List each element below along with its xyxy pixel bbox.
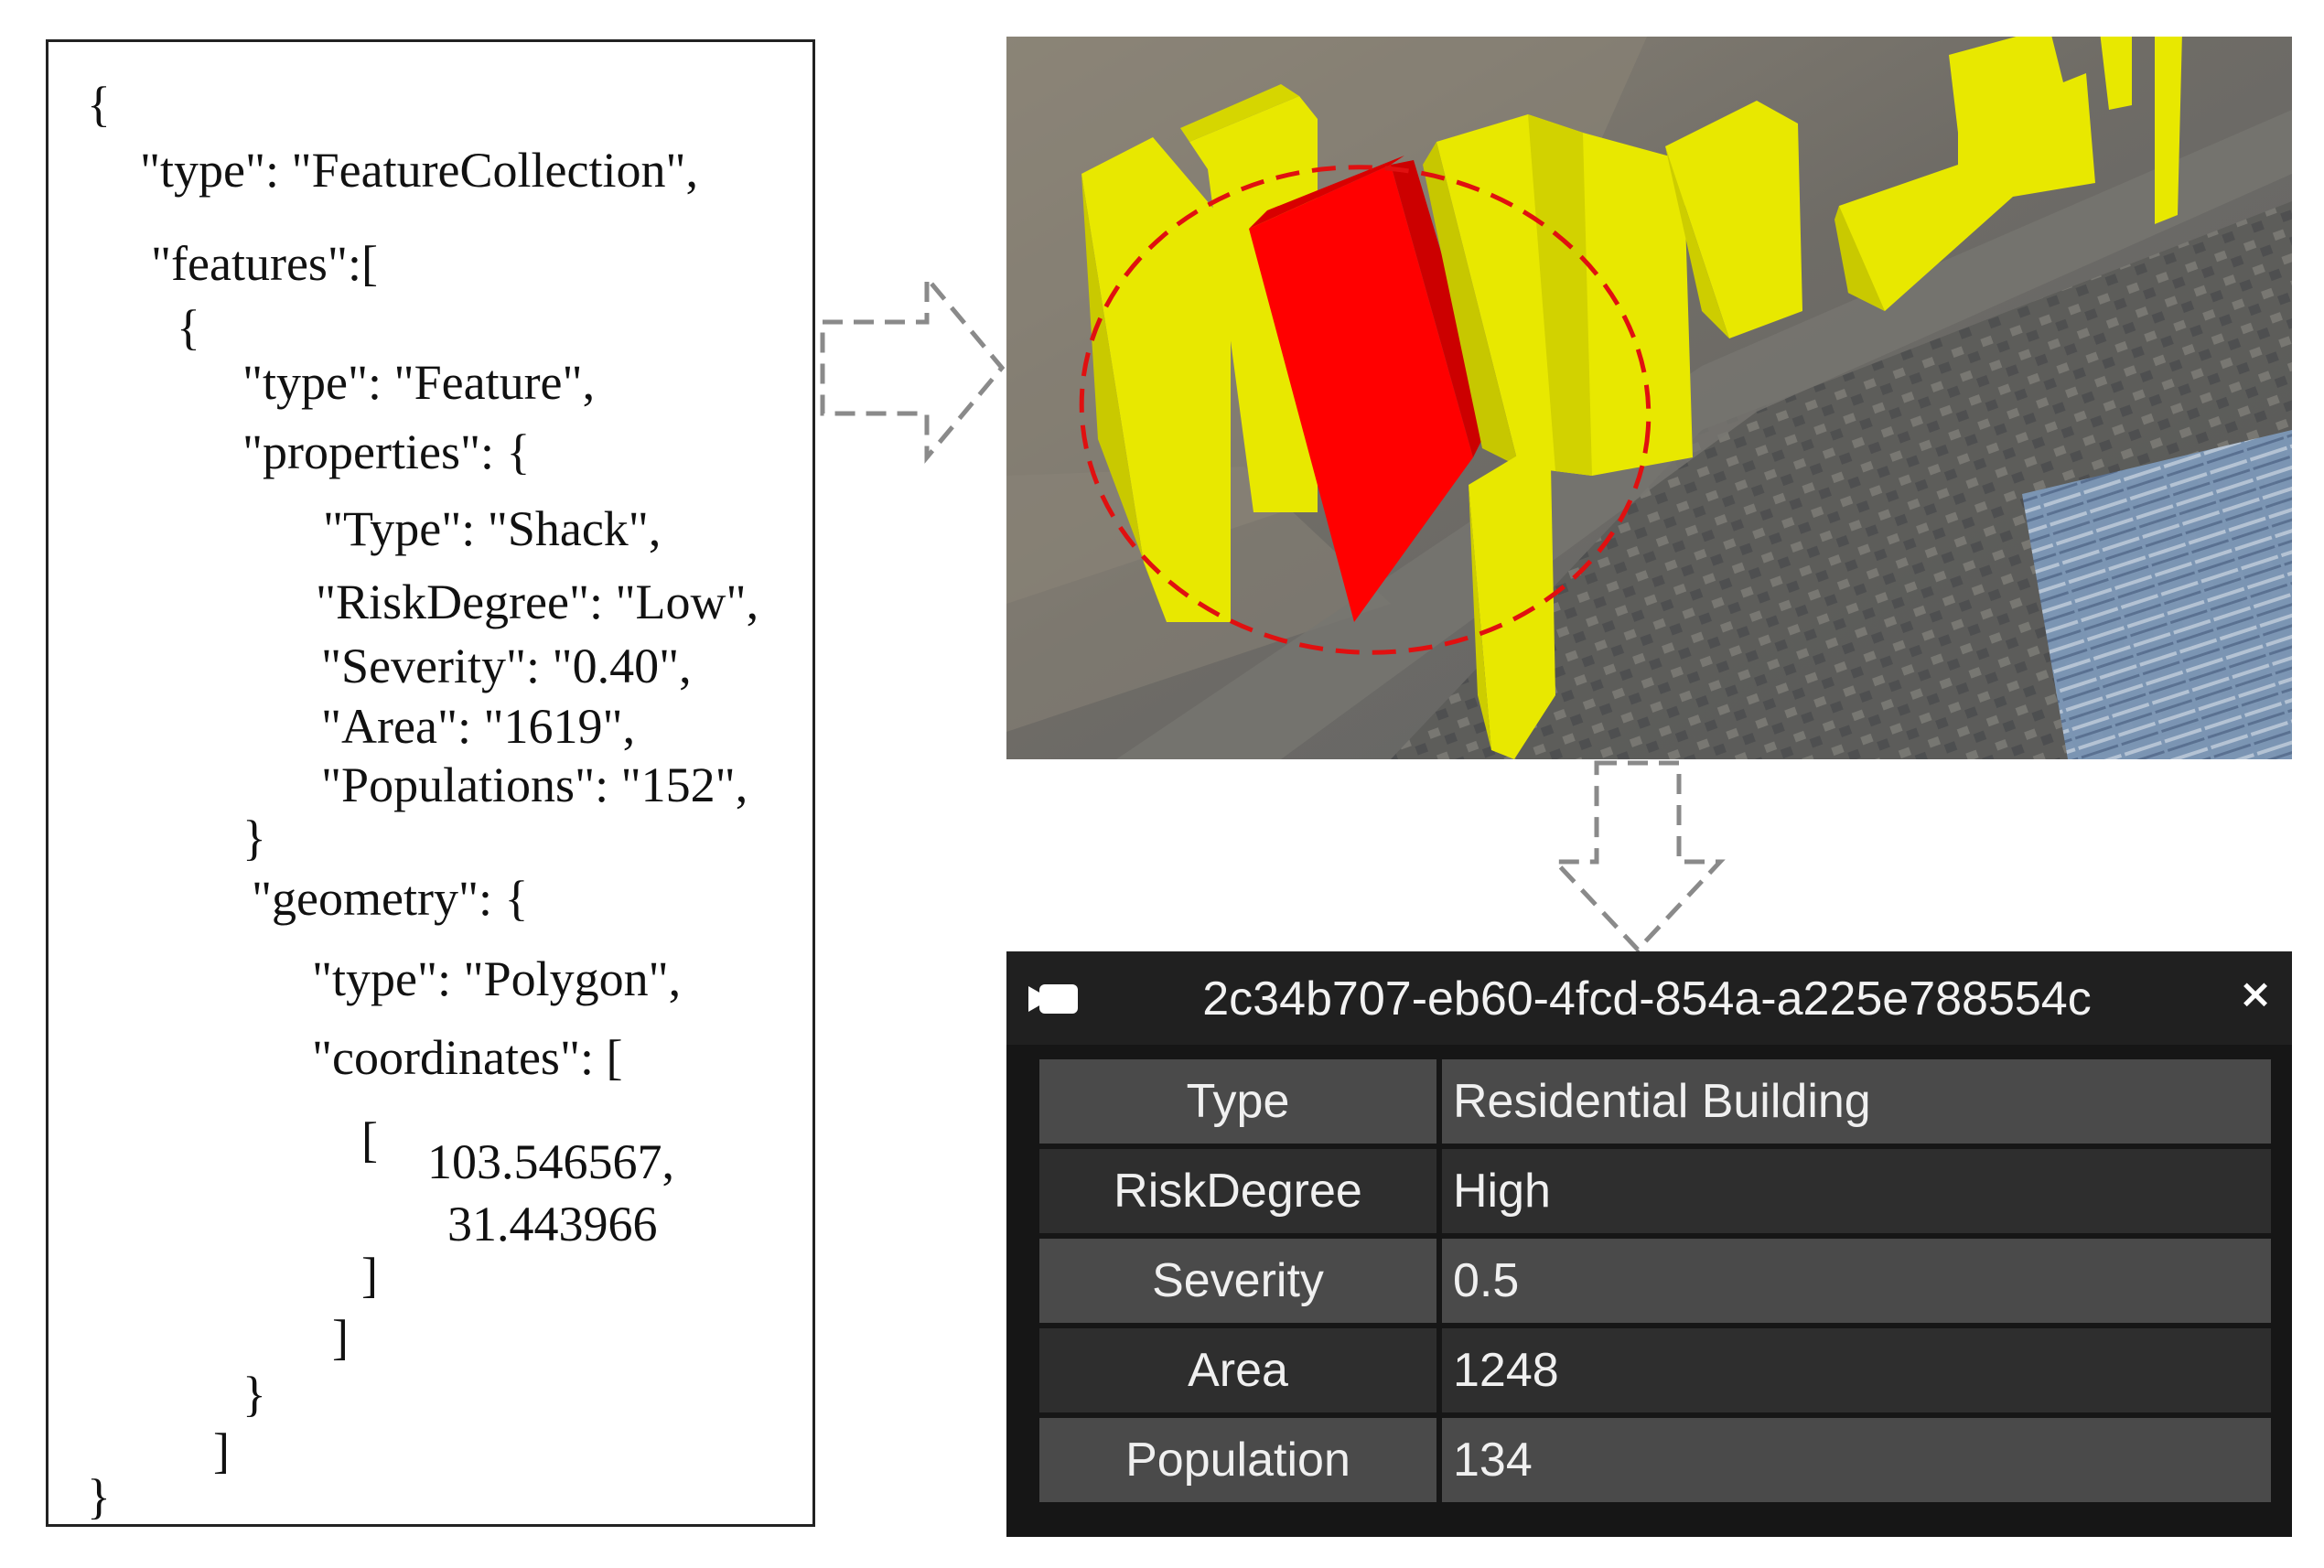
attribute-value: 134 [1442, 1418, 2271, 1502]
attribute-key: RiskDegree [1039, 1149, 1436, 1233]
code-line: "features":[ [151, 236, 378, 291]
code-line: "Type": "Shack", [323, 501, 662, 556]
code-line: "Populations": "152", [321, 757, 748, 812]
attribute-key: Type [1039, 1059, 1436, 1144]
attribute-key: Severity [1039, 1239, 1436, 1323]
code-line: 31.443966 [447, 1197, 658, 1251]
down-arrow-icon [1550, 760, 1726, 953]
attribute-value: 0.5 [1442, 1239, 2271, 1323]
figure: { "type": "FeatureCollection", "features… [0, 0, 2324, 1568]
close-icon[interactable]: × [2233, 972, 2278, 1017]
code-line: "Area": "1619", [321, 699, 636, 754]
right-arrow-icon [820, 272, 1006, 464]
code-line: { [177, 300, 200, 355]
code-line: "type": "Polygon", [312, 951, 682, 1006]
table-row: RiskDegree High [1039, 1149, 2271, 1233]
code-line: "geometry": { [252, 871, 529, 926]
table-row: Severity 0.5 [1039, 1239, 2271, 1323]
table-row: Type Residential Building [1039, 1059, 2271, 1144]
feature-info-popup: 2c34b707-eb60-4fcd-854a-a225e788554c × T… [1006, 951, 2292, 1537]
code-line: } [242, 811, 266, 865]
code-line: ] [361, 1248, 378, 1303]
code-line: } [87, 1469, 111, 1524]
popup-header: 2c34b707-eb60-4fcd-854a-a225e788554c × [1006, 951, 2292, 1045]
code-line: [ [361, 1112, 378, 1167]
table-row: Population 134 [1039, 1418, 2271, 1502]
code-line: "type": "Feature", [242, 355, 596, 410]
code-line: "type": "FeatureCollection", [140, 143, 699, 198]
attribute-table: Type Residential Building RiskDegree Hig… [1039, 1059, 2271, 1508]
code-line: "Severity": "0.40", [321, 639, 692, 693]
3d-building-scene[interactable] [1006, 37, 2292, 759]
code-line: "properties": { [242, 424, 531, 479]
code-line: ] [213, 1423, 230, 1478]
code-line: } [242, 1367, 266, 1422]
geojson-code-panel: { "type": "FeatureCollection", "features… [46, 39, 815, 1527]
attribute-value: High [1442, 1149, 2271, 1233]
building [2155, 37, 2182, 224]
code-line: "coordinates": [ [312, 1030, 623, 1085]
attribute-value: Residential Building [1442, 1059, 2271, 1144]
code-line: ] [332, 1310, 349, 1365]
attribute-key: Population [1039, 1418, 1436, 1502]
camera-icon[interactable] [1027, 981, 1081, 1017]
code-line: 103.546567, [427, 1134, 674, 1189]
scene-canvas [1006, 37, 2292, 759]
table-row: Area 1248 [1039, 1328, 2271, 1412]
attribute-value: 1248 [1442, 1328, 2271, 1412]
popup-title: 2c34b707-eb60-4fcd-854a-a225e788554c [1202, 972, 2092, 1026]
attribute-key: Area [1039, 1328, 1436, 1412]
code-line: { [87, 77, 111, 132]
code-line: "RiskDegree": "Low", [316, 575, 759, 629]
